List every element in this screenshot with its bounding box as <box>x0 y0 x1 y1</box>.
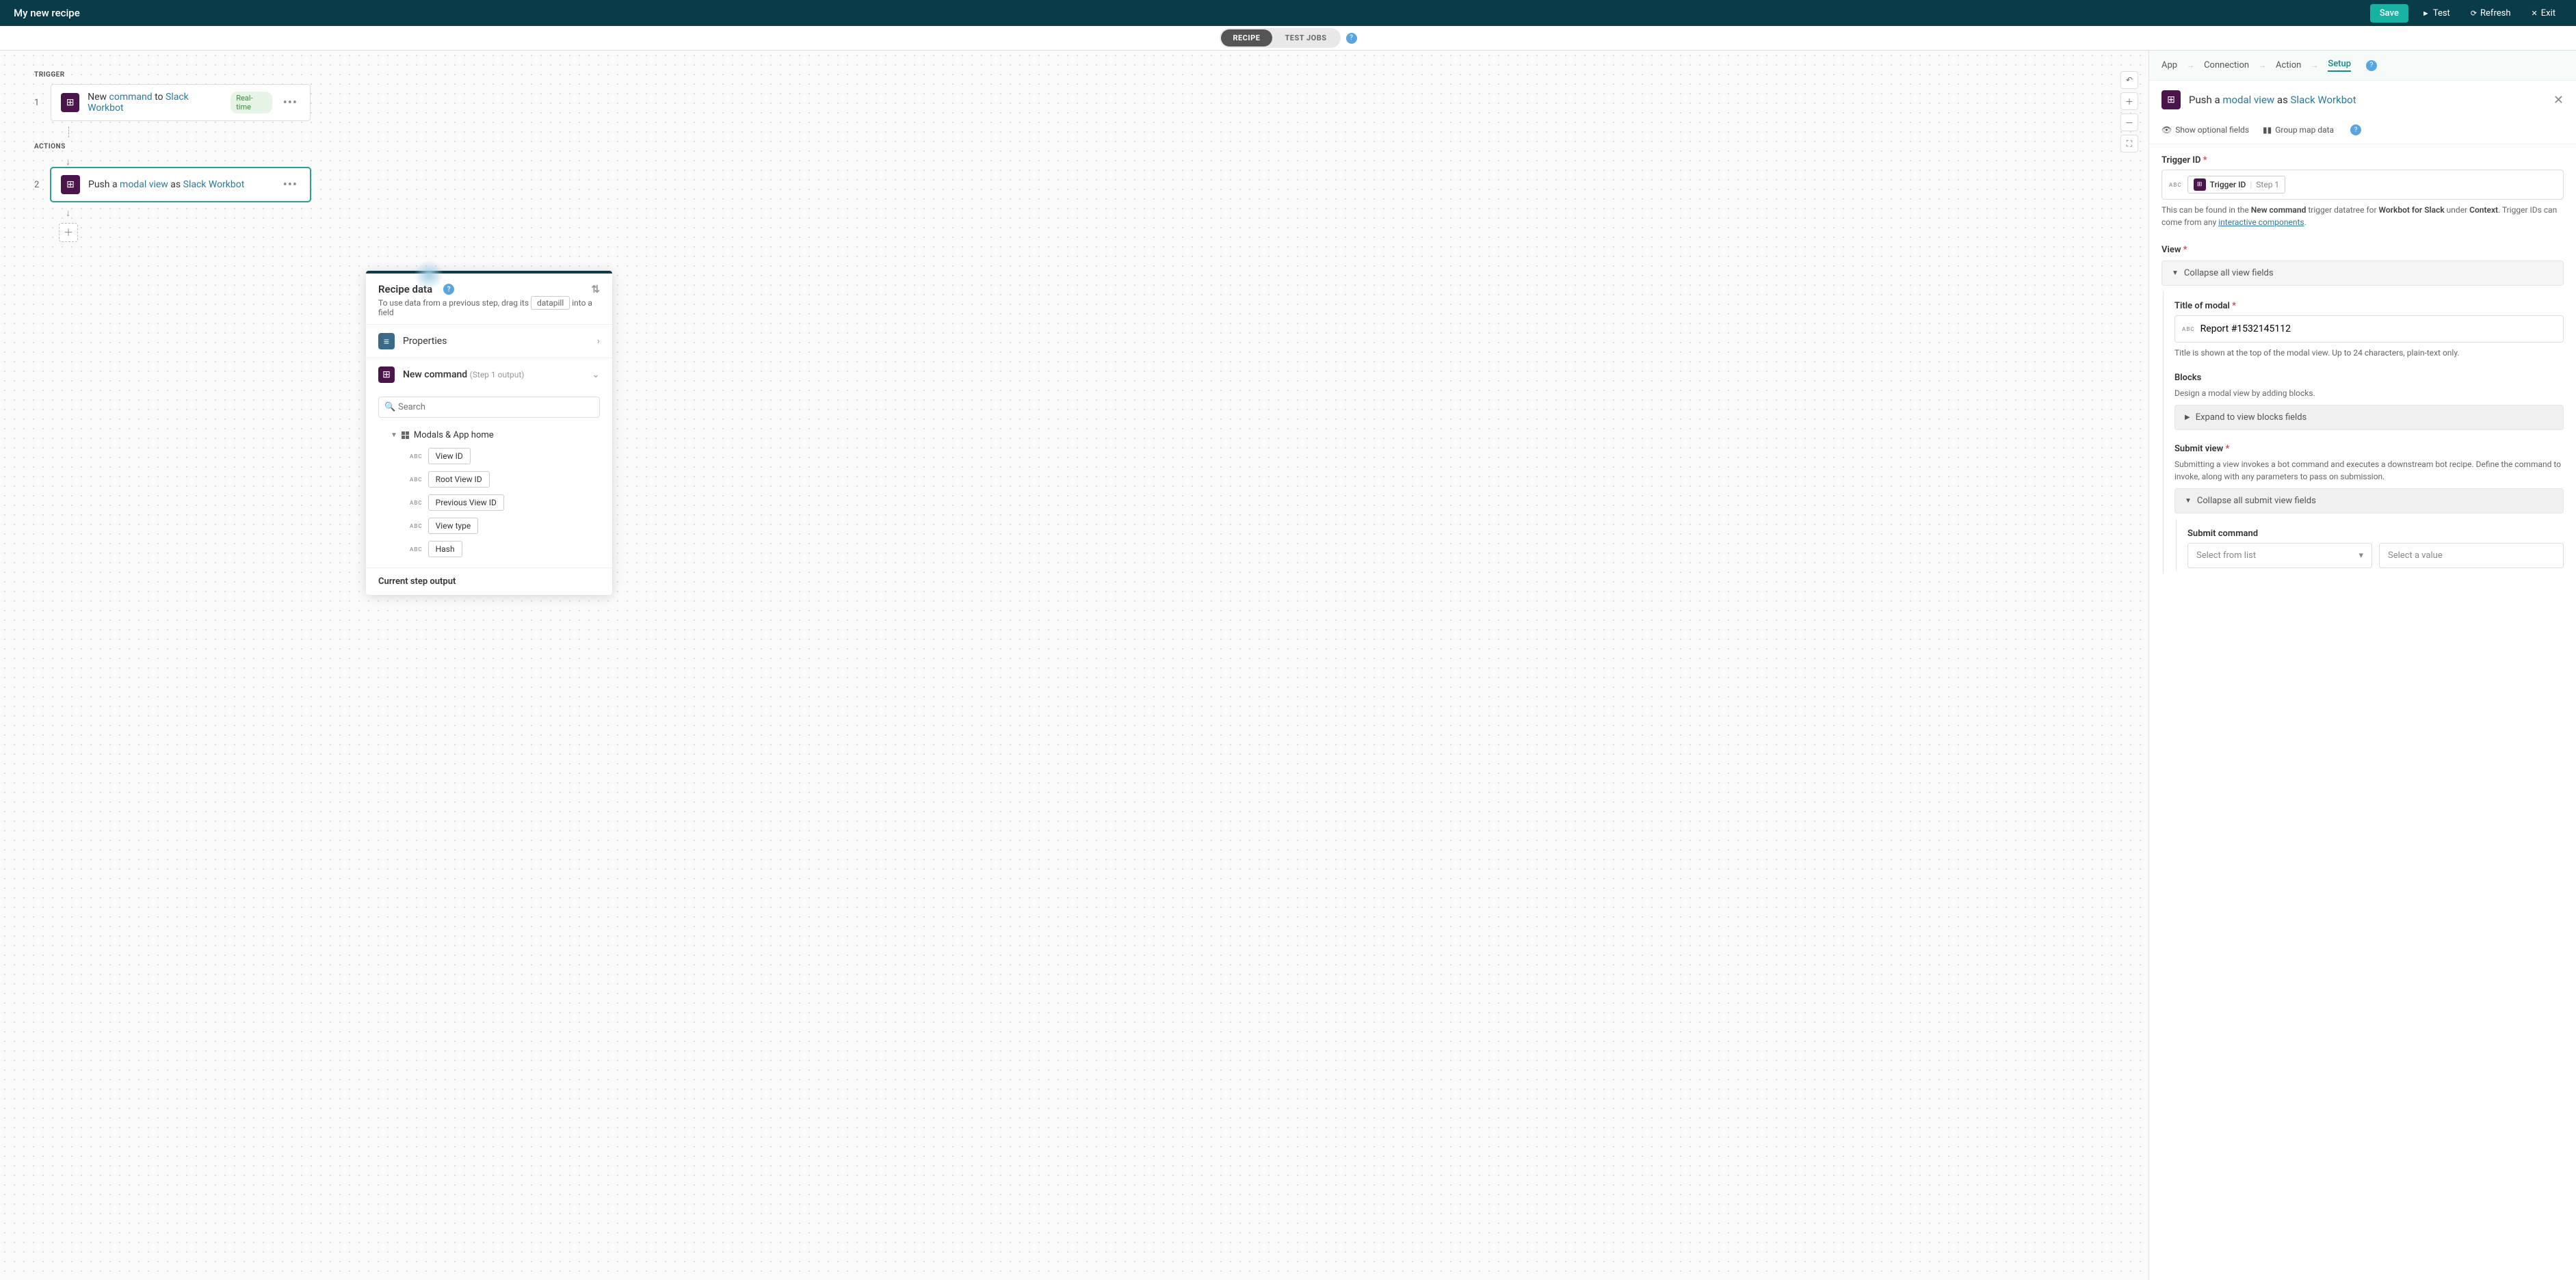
submit-command-mode-select[interactable]: Select from list ▾ <box>2187 543 2372 568</box>
search-icon: 🔍 <box>384 402 395 412</box>
help-icon[interactable]: ? <box>2350 124 2361 135</box>
collapse-submit-fields[interactable]: ▼ Collapse all submit view fields <box>2174 488 2564 514</box>
submit-view-help: Submitting a view invokes a bot command … <box>2174 458 2564 483</box>
abc-icon: ABC <box>2169 182 2182 188</box>
caret-down-icon: ▼ <box>2185 497 2192 505</box>
step-description: New command to Slack Workbot <box>88 92 222 114</box>
test-button[interactable]: ►Test <box>2415 4 2457 23</box>
recipe-data-panel[interactable]: Recipe data ? ⇅ To use data from a previ… <box>366 271 612 595</box>
help-icon[interactable]: ? <box>1346 33 1357 44</box>
slack-workbot-icon: ⊞ <box>61 175 80 194</box>
help-icon[interactable]: ? <box>2366 60 2377 71</box>
realtime-badge: Real-time <box>231 92 272 114</box>
tab-test-jobs[interactable]: TEST JOBS <box>1272 29 1339 46</box>
page-title: My new recipe <box>14 7 80 19</box>
arrow-right-icon: → <box>2187 61 2194 70</box>
step-number: 2 <box>34 180 41 190</box>
crumb-app[interactable]: App <box>2161 60 2177 70</box>
step-more-icon[interactable]: ••• <box>280 178 300 192</box>
step-output-row[interactable]: ⊞ New command (Step 1 output) ⌄ <box>366 358 612 391</box>
refresh-button[interactable]: ⟳Refresh <box>2464 4 2518 23</box>
datapill-item[interactable]: ABCView ID <box>410 444 600 468</box>
abc-icon: ABC <box>2182 326 2195 332</box>
show-optional-toggle[interactable]: 👁Show optional fields <box>2161 125 2249 135</box>
grid-icon <box>402 431 410 440</box>
trigger-id-field[interactable]: ABC ⊞ Trigger ID | Step 1 <box>2161 170 2564 200</box>
crumb-connection[interactable]: Connection <box>2204 60 2249 70</box>
crumb-setup[interactable]: Setup <box>2328 59 2351 72</box>
blocks-help: Design a modal view by adding blocks. <box>2174 387 2564 399</box>
save-button[interactable]: Save <box>2370 4 2408 23</box>
hint-highlight <box>414 260 444 290</box>
chevron-right-icon: › <box>597 336 600 347</box>
trigger-step-card[interactable]: ⊞ New command to Slack Workbot Real-time… <box>51 84 311 121</box>
chevron-down-icon: ⌄ <box>592 369 600 380</box>
actions-section-label: ACTIONS <box>34 143 2114 150</box>
add-step-button[interactable]: ＋ <box>59 223 78 242</box>
caret-right-icon: ▶ <box>2185 414 2190 421</box>
title-modal-help: Title is shown at the top of the modal v… <box>2174 347 2564 359</box>
trigger-id-label: Trigger ID <box>2161 155 2201 165</box>
arrow-right-icon: → <box>2311 61 2318 70</box>
title-modal-input[interactable] <box>2200 323 2556 334</box>
interactive-components-link[interactable]: interactive components <box>2218 217 2304 227</box>
chevron-down-icon: ▾ <box>2358 550 2363 561</box>
properties-row[interactable]: ≡ Properties › <box>366 324 612 358</box>
slack-workbot-icon: ⊞ <box>2161 90 2181 109</box>
fit-button[interactable]: ⛶ <box>2120 135 2138 152</box>
step-number: 1 <box>34 98 41 108</box>
eye-icon: 👁 <box>2161 125 2172 135</box>
datapill-item[interactable]: ABCView type <box>410 514 600 537</box>
datatree-search-input[interactable] <box>378 397 600 418</box>
slack-workbot-icon: ⊞ <box>378 366 395 383</box>
arrow-right-icon: → <box>2259 61 2266 70</box>
collapse-view-fields[interactable]: ▼ Collapse all view fields <box>2161 261 2564 286</box>
submit-command-value-select[interactable]: Select a value <box>2379 543 2564 568</box>
step-description: Push a modal view as Slack Workbot <box>88 179 244 190</box>
current-step-output[interactable]: Current step output <box>366 568 612 595</box>
close-panel-icon[interactable]: ✕ <box>2553 93 2564 107</box>
datapill-item[interactable]: ABCHash <box>410 537 600 561</box>
step-more-icon[interactable]: ••• <box>280 96 300 110</box>
action-step-card[interactable]: ⊞ Push a modal view as Slack Workbot ••• <box>51 168 311 202</box>
title-modal-label: Title of modal <box>2174 301 2230 311</box>
trigger-id-help: This can be found in the New command tri… <box>2161 204 2564 228</box>
caret-down-icon: ▼ <box>2172 269 2179 277</box>
tree-group[interactable]: ▼ Modals & App home <box>391 426 600 444</box>
slack-workbot-icon: ⊞ <box>61 93 79 112</box>
caret-down-icon: ▼ <box>391 431 397 439</box>
exit-button[interactable]: ✕Exit <box>2525 4 2562 23</box>
zoom-out-button[interactable]: － <box>2120 114 2138 131</box>
datapill-item[interactable]: ABCPrevious View ID <box>410 491 600 514</box>
map-icon: ▮▮ <box>2263 125 2272 135</box>
trigger-section-label: TRIGGER <box>34 71 2114 79</box>
view-label: View <box>2161 245 2181 255</box>
expand-collapse-icon[interactable]: ⇅ <box>591 283 600 295</box>
zoom-in-button[interactable]: ＋ <box>2120 92 2138 110</box>
play-icon: ► <box>2422 9 2430 18</box>
submit-view-label: Submit view <box>2174 444 2223 454</box>
refresh-icon: ⟳ <box>2471 9 2477 18</box>
blocks-label: Blocks <box>2174 373 2564 383</box>
properties-icon: ≡ <box>378 333 395 349</box>
datapill-item[interactable]: ABCRoot View ID <box>410 468 600 491</box>
help-icon[interactable]: ? <box>443 284 454 295</box>
group-map-toggle[interactable]: ▮▮Group map data <box>2263 125 2334 135</box>
panel-title: Push a modal view as Slack Workbot <box>2189 94 2356 106</box>
tab-recipe[interactable]: RECIPE <box>1221 29 1273 46</box>
crumb-action[interactable]: Action <box>2276 60 2301 70</box>
undo-button[interactable]: ↶ <box>2120 71 2138 89</box>
trigger-id-datapill[interactable]: ⊞ Trigger ID | Step 1 <box>2187 176 2286 194</box>
recipe-canvas[interactable]: ↶ ＋ － ⛶ TRIGGER 1 ⊞ New command to Slack… <box>0 51 2148 1280</box>
recipe-data-hint: To use data from a previous step, drag i… <box>378 298 600 317</box>
submit-command-label: Submit command <box>2187 529 2564 539</box>
expand-blocks[interactable]: ▶ Expand to view blocks fields <box>2174 405 2564 430</box>
close-icon: ✕ <box>2532 9 2538 18</box>
slack-workbot-icon: ⊞ <box>2194 178 2206 191</box>
title-modal-field[interactable]: ABC <box>2174 315 2564 343</box>
